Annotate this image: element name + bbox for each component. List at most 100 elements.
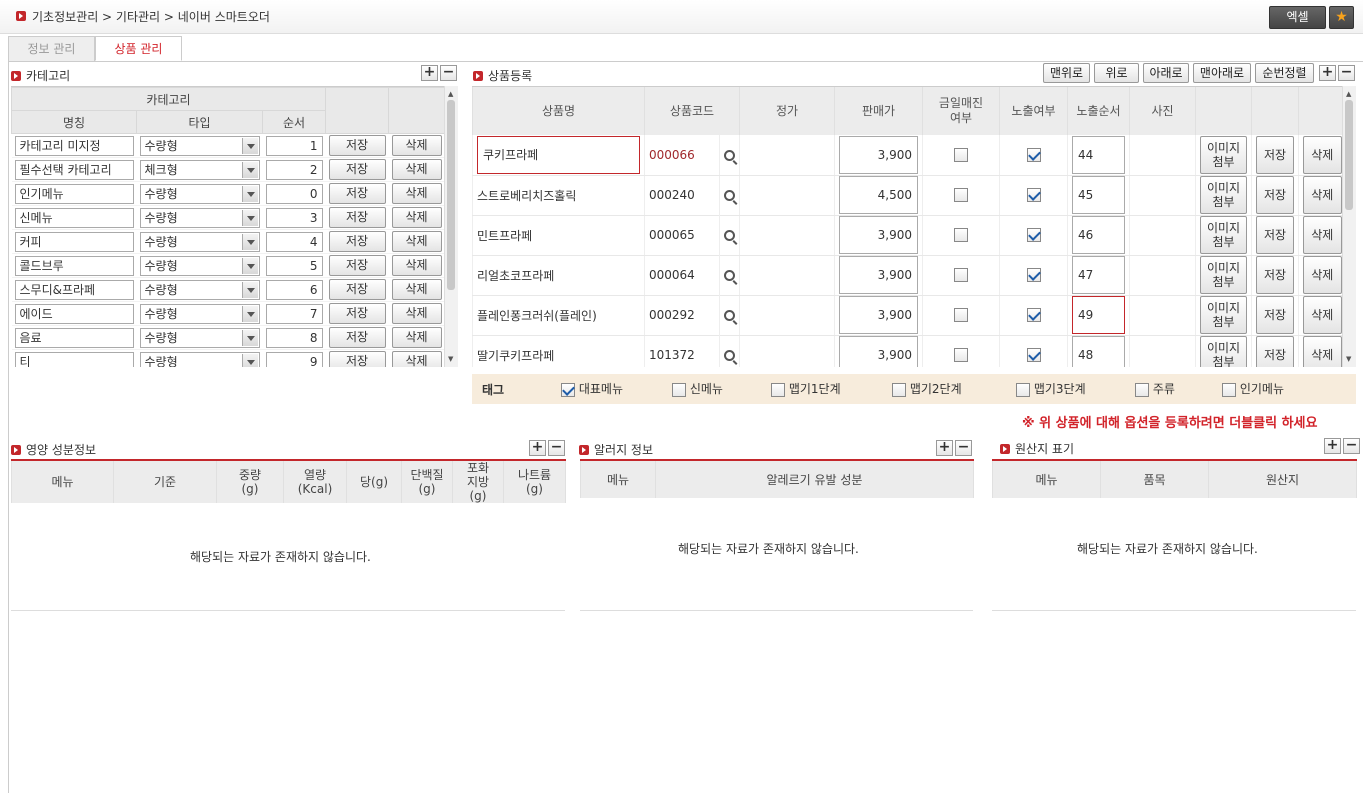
tag-checkbox[interactable] [1135,382,1149,397]
category-save-button[interactable]: 저장 [328,255,386,276]
scroll-down-icon[interactable]: ▼ [1346,355,1351,363]
category-order-input[interactable]: 0 [265,183,323,204]
product-price-input[interactable]: 3,900 [839,256,918,294]
chevron-down-icon[interactable] [241,161,258,178]
search-icon[interactable] [719,255,739,296]
category-delete-button[interactable]: 삭제 [391,327,442,348]
category-delete-button[interactable]: 삭제 [391,231,442,252]
tab-info-management[interactable]: 정보 관리 [8,36,95,61]
category-order-input[interactable]: 9 [265,351,323,367]
category-save-button[interactable]: 저장 [328,159,386,180]
tag-checkbox[interactable] [1222,382,1236,397]
tab-product-management[interactable]: 상품 관리 [95,36,182,61]
category-order-input[interactable]: 7 [265,303,323,324]
category-order-input[interactable]: 2 [265,159,323,180]
tag-option[interactable]: 대표메뉴 [561,380,623,397]
soldout-checkbox[interactable] [954,308,968,323]
excel-button[interactable]: 엑셀 [1269,6,1326,29]
category-name-input[interactable]: 음료 [14,327,134,348]
chevron-down-icon[interactable] [241,233,258,250]
category-name-input[interactable]: 콜드브루 [14,255,134,276]
image-attach-button[interactable]: 이미지 첨부 [1200,135,1247,174]
category-type-select[interactable]: 수량형 [139,303,260,324]
image-attach-button[interactable]: 이미지 첨부 [1200,296,1247,334]
allergy-remove-button[interactable]: − [955,440,972,456]
product-delete-button[interactable]: 삭제 [1303,135,1342,174]
category-name-input[interactable]: 필수선택 카테고리 [14,159,134,180]
chevron-down-icon[interactable] [241,305,258,322]
search-icon[interactable] [719,135,739,175]
product-order-input[interactable]: 45 [1072,176,1125,214]
category-delete-button[interactable]: 삭제 [391,255,442,276]
category-type-select[interactable]: 수량형 [139,255,260,276]
category-name-input[interactable]: 커피 [14,231,134,252]
image-attach-button[interactable]: 이미지 첨부 [1200,336,1247,367]
category-order-input[interactable]: 5 [265,255,323,276]
move-top-button[interactable]: 맨위로 [1043,63,1090,83]
category-name-input[interactable]: 스무디&프라페 [14,279,134,300]
product-save-button[interactable]: 저장 [1256,176,1294,214]
origin-remove-button[interactable]: − [1343,438,1360,454]
tag-option[interactable]: 신메뉴 [672,380,723,397]
search-icon[interactable] [719,295,739,336]
category-order-input[interactable]: 4 [265,231,323,252]
category-type-select[interactable]: 수량형 [139,231,260,252]
category-scrollbar[interactable]: ▲ ▼ [444,86,458,367]
image-attach-button[interactable]: 이미지 첨부 [1200,176,1247,214]
tag-option[interactable]: 맵기1단계 [771,380,841,397]
category-type-select[interactable]: 체크형 [139,159,260,180]
category-delete-button[interactable]: 삭제 [391,135,442,156]
category-add-button[interactable]: + [421,65,438,81]
category-type-select[interactable]: 수량형 [139,327,260,348]
category-order-input[interactable]: 8 [265,327,323,348]
chevron-down-icon[interactable] [241,209,258,226]
category-order-input[interactable]: 3 [265,207,323,228]
product-price-input[interactable]: 3,900 [839,135,918,174]
tag-checkbox[interactable] [1016,382,1030,397]
category-type-select[interactable]: 수량형 [139,183,260,204]
product-order-input[interactable]: 47 [1072,256,1125,294]
tag-checkbox[interactable] [672,382,686,397]
category-name-input[interactable]: 신메뉴 [14,207,134,228]
product-name-input[interactable]: 쿠키프라페 [477,135,640,174]
product-name[interactable]: 리얼초코프라페 [477,269,554,283]
tag-option[interactable]: 맵기3단계 [1016,380,1086,397]
chevron-down-icon[interactable] [241,353,258,367]
soldout-checkbox[interactable] [954,148,968,162]
product-save-button[interactable]: 저장 [1256,296,1294,334]
product-delete-button[interactable]: 삭제 [1303,336,1342,367]
category-name-input[interactable]: 카테고리 미지정 [14,135,134,156]
soldout-checkbox[interactable] [954,228,968,243]
visible-checkbox[interactable] [1026,348,1041,363]
move-bottom-button[interactable]: 맨아래로 [1193,63,1251,83]
category-save-button[interactable]: 저장 [328,303,386,324]
category-type-select[interactable]: 수량형 [139,135,260,156]
product-name[interactable]: 딸기쿠키프라페 [477,349,554,363]
category-name-input[interactable]: 티 [14,351,134,367]
category-save-button[interactable]: 저장 [328,279,386,300]
scroll-up-icon[interactable]: ▲ [1346,90,1351,98]
search-icon[interactable] [719,215,739,256]
scroll-up-icon[interactable]: ▲ [448,90,453,98]
allergy-add-button[interactable]: + [936,440,953,456]
scroll-down-icon[interactable]: ▼ [448,355,453,363]
category-type-select[interactable]: 수량형 [139,351,260,367]
product-save-button[interactable]: 저장 [1256,135,1294,174]
product-name[interactable]: 민트프라페 [477,229,532,243]
category-name-input[interactable]: 에이드 [14,303,134,324]
category-delete-button[interactable]: 삭제 [391,207,442,228]
category-save-button[interactable]: 저장 [328,327,386,348]
search-icon[interactable] [719,175,739,216]
chevron-down-icon[interactable] [241,281,258,298]
soldout-checkbox[interactable] [954,348,968,363]
category-delete-button[interactable]: 삭제 [391,303,442,324]
visible-checkbox[interactable] [1026,188,1041,203]
nutrition-remove-button[interactable]: − [548,440,565,456]
chevron-down-icon[interactable] [241,257,258,274]
product-delete-button[interactable]: 삭제 [1303,256,1342,294]
tag-checkbox[interactable] [561,382,575,397]
visible-checkbox[interactable] [1026,148,1041,162]
product-price-input[interactable]: 3,900 [839,296,918,334]
product-save-button[interactable]: 저장 [1256,336,1294,367]
nutrition-add-button[interactable]: + [529,440,546,456]
